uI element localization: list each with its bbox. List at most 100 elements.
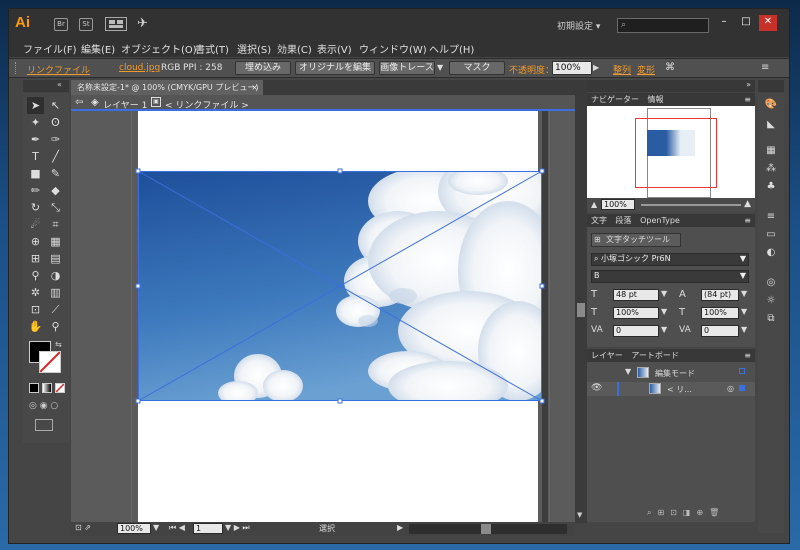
- artboard-nav-next[interactable]: ▼ ▶ ⏭: [225, 523, 250, 533]
- artboard-tool-icon[interactable]: ⊡: [27, 301, 44, 318]
- vertical-scrollbar[interactable]: ▼: [575, 95, 587, 523]
- layer-target-icon[interactable]: [739, 368, 745, 374]
- bridge-button[interactable]: Br: [54, 18, 68, 31]
- layers-footer-icons[interactable]: ⌕⊞⊡◨⊕🗑: [647, 508, 725, 518]
- minimize-button[interactable]: –: [715, 15, 733, 31]
- navigator-zoom-slider[interactable]: [641, 204, 741, 206]
- warp-icon[interactable]: ☄: [27, 216, 44, 233]
- zoom-out-icon[interactable]: ▲: [591, 200, 597, 209]
- navigator-preview[interactable]: [587, 106, 755, 198]
- menu-type[interactable]: 書式(T): [195, 41, 229, 56]
- transparency-icon[interactable]: ◐: [763, 247, 779, 261]
- arrange-documents-icon[interactable]: [105, 17, 127, 31]
- font-style-select[interactable]: B ▼: [591, 270, 749, 283]
- vertical-scale-input[interactable]: 100%: [613, 307, 659, 319]
- layer-row-linked-file[interactable]: 👁 < リ... ◎: [587, 382, 755, 396]
- kerning-input[interactable]: 0: [613, 325, 659, 337]
- opacity-label[interactable]: 不透明度：: [509, 63, 554, 76]
- tab-opentype[interactable]: OpenType: [640, 216, 680, 225]
- opacity-arrow-icon[interactable]: ▶: [593, 63, 599, 72]
- draw-mode-icon[interactable]: ◎ ◉ ○: [29, 401, 58, 411]
- screen-mode-icon[interactable]: [35, 419, 53, 431]
- tab-info[interactable]: 情報: [648, 95, 664, 104]
- none-mode-icon[interactable]: [55, 383, 65, 393]
- artboard-number-input[interactable]: 1: [193, 523, 223, 534]
- close-button[interactable]: ✕: [759, 15, 777, 31]
- rectangle-tool-icon[interactable]: ■: [27, 165, 44, 182]
- document-tab[interactable]: 名称未設定-1* @ 100% (CMYK/GPU プレビュー) ×: [71, 80, 263, 95]
- shape-builder-icon[interactable]: ⊕: [27, 233, 44, 250]
- navigator-menu-icon[interactable]: ≡: [744, 93, 751, 106]
- color-guide-icon[interactable]: ◣: [763, 119, 779, 133]
- visibility-eye-icon[interactable]: 👁: [591, 383, 602, 393]
- perspective-icon[interactable]: ▦: [47, 233, 64, 250]
- workspace-switcher[interactable]: 初期設定 ▾: [557, 19, 600, 32]
- horizontal-scroll-thumb[interactable]: [481, 524, 491, 534]
- menu-view[interactable]: 表示(V): [317, 41, 352, 56]
- selection-bounding-box[interactable]: [135, 168, 545, 404]
- filename-link[interactable]: cloud.jpg: [119, 63, 160, 73]
- stock-button[interactable]: St: [79, 18, 93, 31]
- collapse-icon[interactable]: «: [57, 80, 62, 89]
- slice-tool-icon[interactable]: ⟋: [47, 301, 64, 318]
- free-transform-icon[interactable]: ⌗: [47, 216, 64, 233]
- menu-help[interactable]: ヘルプ(H): [429, 41, 474, 56]
- layers-menu-icon[interactable]: ≡: [744, 349, 751, 362]
- swatches-icon[interactable]: ▦: [763, 145, 779, 159]
- close-document-icon[interactable]: ×: [251, 80, 258, 95]
- brushes-icon[interactable]: ⁂: [763, 163, 779, 177]
- back-arrow-icon[interactable]: ⇦: [75, 97, 83, 108]
- leading-input[interactable]: (84 pt): [701, 289, 739, 301]
- image-trace-button[interactable]: 画像トレース: [379, 61, 435, 75]
- image-trace-dropdown-icon[interactable]: ▼: [437, 63, 443, 72]
- sublayer-target-icon[interactable]: ◎: [727, 384, 734, 393]
- panel-menu-icon[interactable]: ≡: [761, 62, 769, 73]
- pen-tool-icon[interactable]: ✒: [27, 131, 44, 148]
- vertical-scroll-thumb[interactable]: [577, 303, 585, 317]
- mesh-icon[interactable]: ⊞: [27, 250, 44, 267]
- embed-button[interactable]: 埋め込み: [235, 61, 291, 75]
- menu-select[interactable]: 選択(S): [237, 41, 271, 56]
- tab-navigator[interactable]: ナビゲーター: [591, 95, 639, 104]
- blend-icon[interactable]: ◑: [47, 267, 64, 284]
- paintbrush-icon[interactable]: ✎: [47, 165, 64, 182]
- eraser-icon[interactable]: ◆: [47, 182, 64, 199]
- horizontal-scrollbar[interactable]: [409, 524, 567, 534]
- color-mode-icon[interactable]: [29, 383, 39, 393]
- line-tool-icon[interactable]: ╱: [47, 148, 64, 165]
- status-arrow-icon[interactable]: ▶: [397, 523, 403, 532]
- opacity-input[interactable]: 100%: [552, 61, 592, 75]
- pencil-icon[interactable]: ✏: [27, 182, 44, 199]
- maximize-button[interactable]: □: [737, 15, 755, 31]
- eyedropper-icon[interactable]: ⚲: [27, 267, 44, 284]
- graphic-styles-icon[interactable]: ☼: [763, 295, 779, 309]
- tab-character[interactable]: 文字: [591, 216, 607, 225]
- gradient-panel-icon[interactable]: ▭: [763, 229, 779, 243]
- menu-effect[interactable]: 効果(C): [277, 41, 312, 56]
- artboard-nav-prev[interactable]: ⏮ ◀: [169, 523, 185, 533]
- collapse-panels-icon[interactable]: »: [746, 80, 751, 89]
- font-size-input[interactable]: 48 pt: [613, 289, 659, 301]
- navigator-zoom-input[interactable]: 100%: [601, 199, 635, 210]
- rotate-icon[interactable]: ↻: [27, 199, 44, 216]
- search-input[interactable]: ⌕: [617, 18, 709, 33]
- status-icon[interactable]: ⊡ ⇗: [75, 523, 91, 532]
- zoom-tool-icon[interactable]: ⚲: [47, 318, 64, 335]
- gradient-icon[interactable]: ▤: [47, 250, 64, 267]
- direct-selection-icon[interactable]: ↖: [47, 97, 64, 114]
- gradient-mode-icon[interactable]: [42, 383, 52, 393]
- symbol-sprayer-icon[interactable]: ✲: [27, 284, 44, 301]
- mask-button[interactable]: マスク: [449, 61, 505, 75]
- status-text[interactable]: 選択: [319, 523, 335, 534]
- tab-paragraph[interactable]: 段落: [616, 216, 632, 225]
- layer-row-edit-mode[interactable]: ▼ 編集モード: [587, 366, 755, 380]
- color-panel-icon[interactable]: 🎨: [763, 99, 779, 113]
- kerning-dropdown-icon[interactable]: ▼: [661, 325, 667, 334]
- appearance-icon[interactable]: ◎: [763, 277, 779, 291]
- expand-triangle-icon[interactable]: ▼: [625, 367, 631, 376]
- zoom-dropdown-icon[interactable]: ▼: [153, 523, 159, 532]
- tracking-input[interactable]: 0: [701, 325, 739, 337]
- tab-artboards[interactable]: アートボード: [631, 351, 679, 360]
- character-menu-icon[interactable]: ≡: [744, 214, 751, 227]
- zoom-in-icon[interactable]: ▲: [744, 199, 751, 209]
